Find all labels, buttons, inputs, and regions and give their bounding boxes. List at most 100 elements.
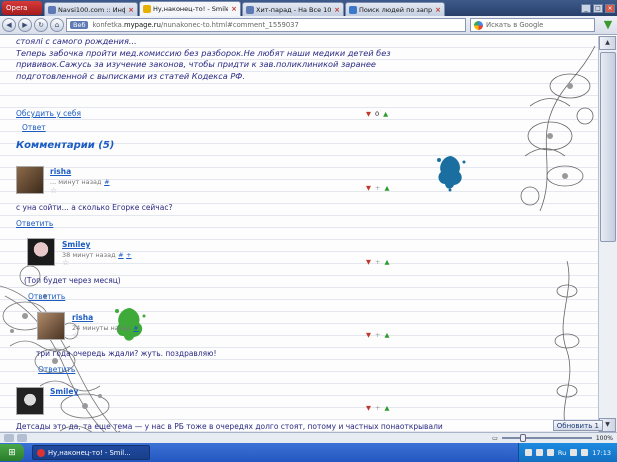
tab-navsi100[interactable]: Navsi100.com :: Инф... ×	[44, 2, 138, 16]
discuss-link[interactable]: Обсудить у себя	[16, 109, 81, 118]
speed-dial-icon[interactable]	[17, 434, 27, 442]
comment-reply-link[interactable]: Ответить	[16, 219, 53, 228]
windows-start-icon[interactable]: ⊞	[0, 444, 24, 461]
refresh-button[interactable]: Обновить 1	[552, 420, 603, 431]
download-icon[interactable]: ▼	[601, 18, 615, 32]
thumb-down-icon[interactable]: ▼	[366, 184, 371, 192]
comment-meta: 38 минут назад # +	[62, 250, 132, 259]
scroll-up-icon[interactable]: ▲	[599, 36, 616, 50]
comment-header: risha	[50, 167, 71, 176]
zoom-knob[interactable]	[519, 434, 526, 442]
post-line: прививок.Сажусь за изучение законов, что…	[16, 59, 376, 69]
tab-people-search[interactable]: Поиск людей по запрос... ×	[345, 2, 445, 16]
close-tab-icon[interactable]: ×	[128, 6, 134, 14]
volume-icon[interactable]	[570, 449, 578, 456]
avatar[interactable]	[16, 387, 44, 415]
thumb-up-icon[interactable]: ▲	[384, 331, 389, 339]
post-line: стоялі с самого рождения...	[16, 36, 137, 46]
close-tab-icon[interactable]: ×	[334, 6, 340, 14]
thumb-down-icon[interactable]: ▼	[366, 110, 371, 118]
comment-rating: ▼ + ▲	[366, 184, 389, 192]
opera-menu-button[interactable]: Opera	[2, 1, 42, 15]
plus-icon[interactable]: +	[375, 258, 380, 266]
comment-rating: ▼ + ▲	[366, 258, 389, 266]
lace-decoration-icon	[554, 261, 580, 431]
comments-heading: Комментарии (5)	[16, 140, 115, 151]
zoom-slider[interactable]	[501, 434, 592, 442]
home-icon[interactable]: ⌂	[50, 18, 64, 32]
comment-reply-link[interactable]: Ответить	[28, 292, 65, 301]
opera-icon	[37, 448, 45, 457]
clock: 17:13	[592, 448, 611, 457]
tray-app-icon[interactable]	[546, 449, 554, 456]
view-icon[interactable]: ▭	[492, 435, 498, 442]
comment-username[interactable]: risha	[50, 167, 71, 176]
thumb-down-icon[interactable]: ▼	[366, 258, 371, 266]
tray-app-icon[interactable]	[535, 449, 543, 456]
reply-link[interactable]: Ответ	[22, 123, 46, 132]
tab-hit-parade[interactable]: Хит-парад - На Все 100 (... ×	[242, 2, 344, 16]
thumb-down-icon[interactable]: ▼	[366, 331, 371, 339]
comment-plus-link[interactable]: +	[126, 251, 131, 259]
window-controls: _ □ ×	[579, 0, 617, 16]
thumb-up-icon[interactable]: ▲	[384, 404, 389, 412]
tab-favicon-icon	[246, 5, 254, 14]
post-line: Теперь забочка пройти мед.комиссию без р…	[16, 47, 391, 58]
avatar[interactable]	[16, 166, 44, 194]
comment-text: с уна сойти... а сколько Егорке сейчас?	[16, 203, 173, 212]
tab-smiley[interactable]: Ну,наконец-то! - Smiley ×	[139, 1, 241, 16]
close-tab-icon[interactable]: ×	[231, 5, 237, 13]
address-field[interactable]: Веб konfetka. mypage.ru/nunakonec-to.html…	[66, 18, 466, 32]
zoom-control: ▭ 100%	[492, 434, 613, 442]
thumb-up-icon[interactable]: ▲	[384, 184, 389, 192]
scroll-thumb[interactable]	[600, 52, 616, 242]
address-toolbar: ◀ ▶ ↻ ⌂ Веб konfetka. mypage.ru/nunakonec…	[0, 16, 617, 35]
comment-permalink[interactable]: #	[133, 324, 138, 332]
thumb-down-icon[interactable]: ▼	[366, 404, 371, 412]
reload-icon[interactable]: ↻	[34, 18, 48, 32]
comment-username[interactable]: Smiley	[62, 240, 90, 249]
network-icon[interactable]	[581, 449, 589, 456]
thumb-up-icon[interactable]: ▲	[383, 110, 388, 118]
comment-reply-link[interactable]: Ответить	[38, 365, 75, 374]
close-tab-icon[interactable]: ×	[435, 6, 441, 14]
avatar[interactable]	[27, 238, 55, 266]
comment-meta: 24 минуты назад #	[72, 323, 139, 332]
language-indicator[interactable]: Ru	[558, 449, 566, 457]
comment-header: Smiley	[62, 240, 90, 249]
vertical-scrollbar[interactable]: ▲ ▼	[598, 36, 617, 432]
star-icon[interactable]: ☆	[72, 331, 79, 340]
comment-permalink[interactable]: #	[104, 178, 109, 186]
tab-label: Поиск людей по запрос...	[359, 5, 433, 14]
plus-icon[interactable]: +	[375, 404, 380, 412]
comment-username[interactable]: Smiley	[50, 387, 78, 396]
panel-toggle-icon[interactable]	[4, 434, 14, 442]
ink-blot-icon	[437, 156, 466, 192]
comment-time: ... минут назад	[50, 178, 102, 186]
thumb-up-icon[interactable]: ▲	[384, 258, 389, 266]
comment-time: 24 минуты назад	[72, 324, 131, 332]
star-icon[interactable]: ☆	[50, 186, 57, 195]
lace-decoration-icon	[520, 46, 596, 212]
zoom-level: 100%	[595, 434, 613, 442]
tab-label: Ну,наконец-то! - Smiley	[153, 5, 229, 13]
avatar[interactable]	[37, 312, 65, 340]
plus-icon[interactable]: +	[375, 184, 380, 192]
maximize-icon[interactable]: □	[593, 3, 603, 13]
comment-meta: ... минут назад #	[50, 177, 110, 186]
search-input[interactable]: Искать в Google	[470, 18, 595, 32]
star-icon[interactable]: ☆	[62, 258, 69, 267]
comment-permalink[interactable]: #	[118, 251, 123, 259]
taskbar: ⊞ Ну,наконец-то! - Smil... Ru 17:13	[0, 443, 617, 462]
back-arrow-icon[interactable]: ◀	[2, 18, 16, 32]
minimize-icon[interactable]: _	[581, 3, 591, 13]
tray-app-icon[interactable]	[524, 449, 532, 456]
taskbar-item-browser[interactable]: Ну,наконец-то! - Smil...	[32, 445, 150, 460]
forward-arrow-icon[interactable]: ▶	[18, 18, 32, 32]
comment-username[interactable]: risha	[72, 313, 93, 322]
comment-header: Smiley	[50, 387, 78, 396]
comment-text: (Топ будет через месяц)	[24, 276, 121, 285]
close-window-icon[interactable]: ×	[605, 3, 615, 13]
tab-favicon-icon	[349, 5, 357, 14]
plus-icon[interactable]: +	[375, 331, 380, 339]
